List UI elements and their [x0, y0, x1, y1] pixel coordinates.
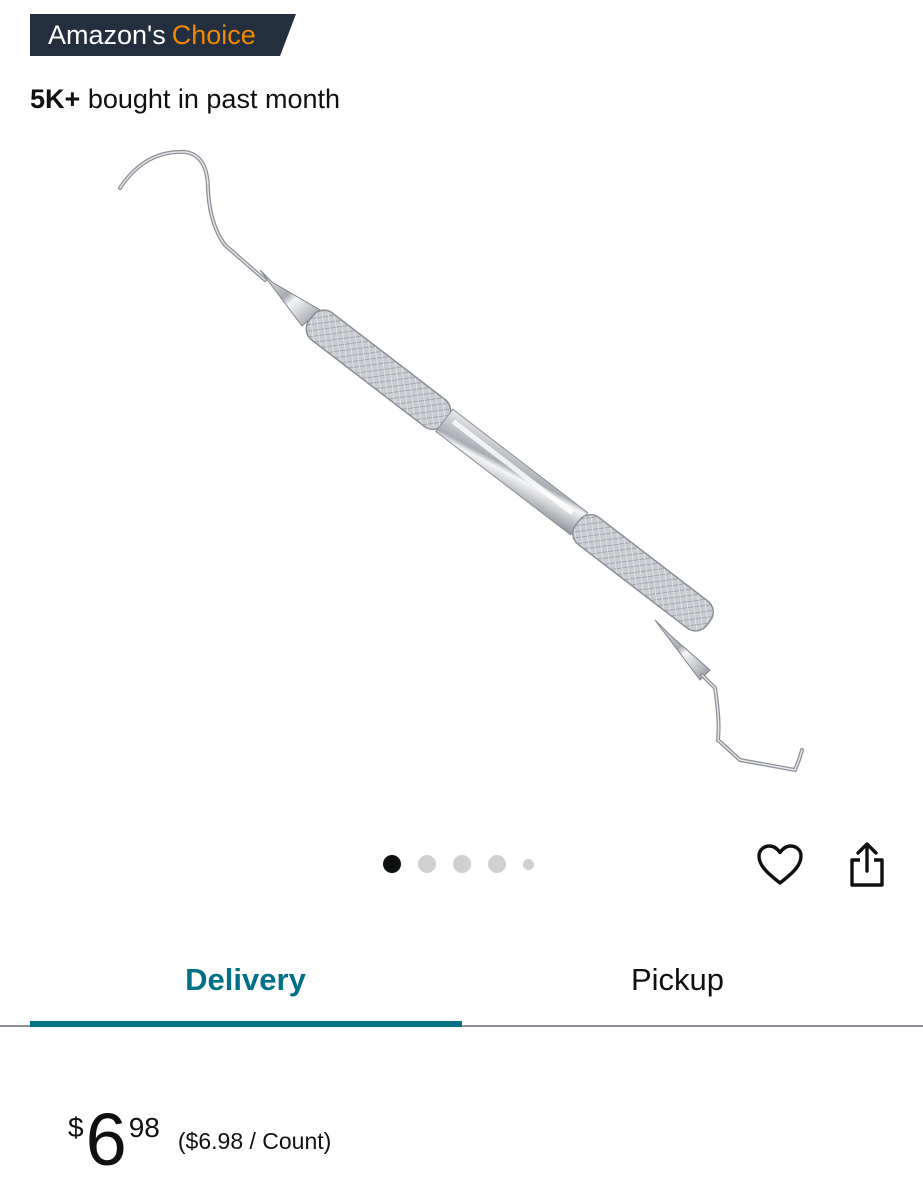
active-tab-indicator — [30, 1021, 462, 1027]
carousel-dot[interactable] — [418, 855, 436, 873]
badge-prefix: Amazon's — [48, 19, 166, 50]
fulfillment-tabs: Delivery Pickup — [0, 935, 923, 1027]
amazons-choice-badge[interactable]: Amazon's Choice — [30, 14, 296, 56]
carousel-dot[interactable] — [383, 855, 401, 873]
unit-price: ($6.98 / Count) — [177, 1128, 332, 1154]
share-icon — [850, 842, 884, 887]
image-carousel-dots[interactable] — [383, 855, 534, 873]
tab-pickup[interactable]: Pickup — [462, 935, 893, 1025]
carousel-dot[interactable] — [523, 858, 534, 870]
price-fraction: 98 — [128, 1112, 160, 1143]
tab-delivery[interactable]: Delivery — [30, 935, 461, 1025]
wishlist-button[interactable] — [755, 840, 805, 890]
social-proof-text: 5K+ bought in past month — [30, 84, 340, 115]
bought-count: 5K+ — [30, 84, 81, 114]
badge-highlight: Choice — [171, 19, 256, 50]
price-whole: 6 — [85, 1098, 127, 1181]
carousel-dot[interactable] — [453, 855, 471, 873]
carousel-dot[interactable] — [488, 855, 506, 873]
bought-label: bought in past month — [87, 84, 340, 114]
price-currency-symbol: $ — [68, 1112, 84, 1143]
price: $ 6 98 ($6.98 / Count) — [68, 1100, 331, 1180]
heart-icon — [757, 844, 803, 885]
share-button[interactable] — [842, 840, 892, 890]
product-image[interactable] — [90, 130, 850, 820]
